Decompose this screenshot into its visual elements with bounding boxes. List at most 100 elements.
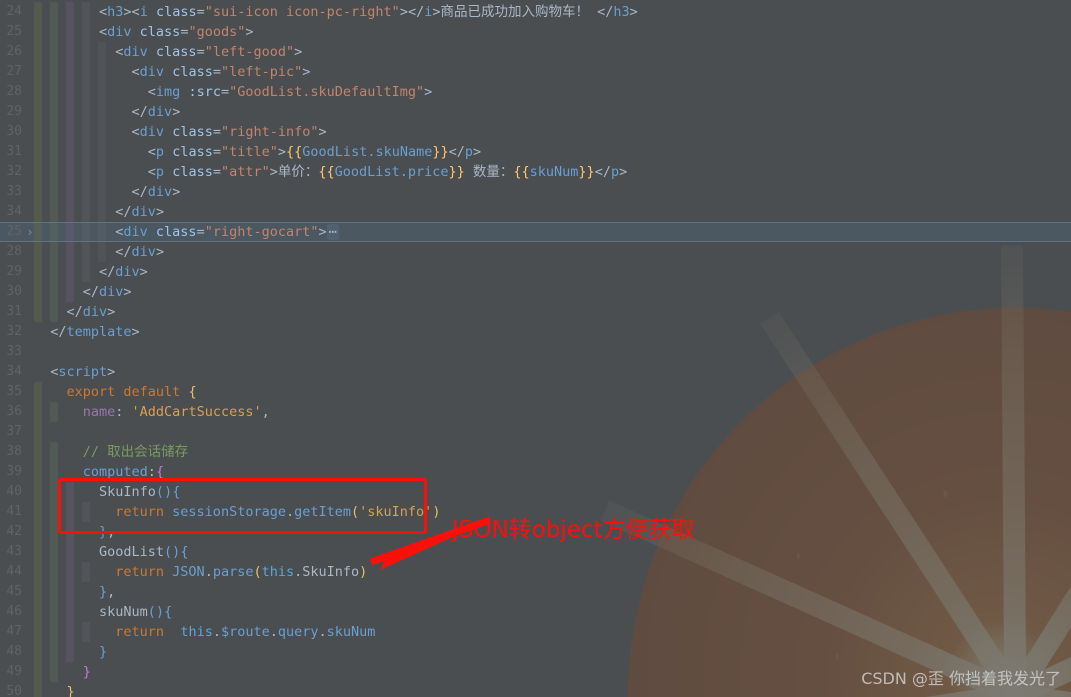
code-line[interactable]: 48 } <box>0 642 1071 662</box>
code-line-content[interactable]: SkuInfo(){ <box>34 482 1071 502</box>
code-token: "attr" <box>220 164 270 180</box>
code-line-content[interactable]: <h3><i class="sui-icon icon-pc-right"></… <box>34 2 1071 22</box>
code-line-content[interactable]: skuNum(){ <box>34 602 1071 622</box>
code-line[interactable]: 29 </div> <box>0 262 1071 282</box>
code-line-content[interactable]: return this.$route.query.skuNum <box>34 622 1071 642</box>
code-line-content[interactable]: <div class="left-pic"> <box>34 62 1071 82</box>
code-line[interactable]: 27 <div class="left-pic"> <box>0 62 1071 82</box>
code-line-content[interactable]: export default { <box>34 382 1071 402</box>
code-line-content[interactable]: </div> <box>34 282 1071 302</box>
code-line[interactable]: 28 <img :src="GoodList.skuDefaultImg"> <box>0 82 1071 102</box>
code-line[interactable]: 44 return JSON.parse(this.SkuInfo) <box>0 562 1071 582</box>
code-line-content[interactable]: // 取出会话储存 <box>34 442 1071 462</box>
code-line-content[interactable]: </div> <box>34 182 1071 202</box>
code-token: p <box>155 164 165 180</box>
code-line-content[interactable]: }, <box>34 582 1071 602</box>
code-line-content[interactable]: computed:{ <box>34 462 1071 482</box>
code-line[interactable]: 25 <div class="goods"> <box>0 22 1071 42</box>
code-token: class <box>164 144 213 160</box>
code-line-content[interactable]: name: 'AddCartSuccess', <box>34 402 1071 422</box>
code-line-content[interactable]: </template> <box>34 322 1071 342</box>
code-line-content[interactable]: </div> <box>34 302 1071 322</box>
code-token: skuNum <box>529 164 579 180</box>
code-line[interactable]: 30 <div class="right-info"> <box>0 122 1071 142</box>
code-token: . <box>269 624 278 640</box>
code-line[interactable]: 29 </div> <box>0 102 1071 122</box>
code-line-content[interactable]: </div> <box>34 202 1071 222</box>
code-token: }} <box>432 144 449 160</box>
code-token: > <box>107 364 116 380</box>
code-token: script <box>58 364 108 380</box>
code-token: :src <box>180 84 221 100</box>
code-token: > <box>123 284 132 300</box>
code-line-content[interactable]: </div> <box>34 102 1071 122</box>
code-line[interactable]: 47 return this.$route.query.skuNum <box>0 622 1071 642</box>
code-token: . <box>212 624 221 640</box>
code-token: } <box>34 584 108 600</box>
code-token: </ <box>448 144 465 160</box>
code-token: = <box>212 144 221 160</box>
code-line[interactable]: 30 </div> <box>0 282 1071 302</box>
code-token: < <box>34 24 108 40</box>
code-line-content[interactable]: <p class="attr">单价：{{GoodList.price}} 数量… <box>34 162 1071 182</box>
code-line[interactable]: 46 skuNum(){ <box>0 602 1071 622</box>
code-line-content[interactable]: <script> <box>34 362 1071 382</box>
code-line-content[interactable]: <div class="right-gocart"> ⋯ <box>34 222 1071 242</box>
code-line-content[interactable]: <div class="left-good"> <box>34 42 1071 62</box>
code-line-content[interactable] <box>34 422 1071 442</box>
code-line[interactable]: 33 <box>0 342 1071 362</box>
code-line-content[interactable]: GoodList(){ <box>34 542 1071 562</box>
line-number: 34 <box>6 204 22 219</box>
code-line[interactable]: 28 </div> <box>0 242 1071 262</box>
code-line-content[interactable]: <p class="title">{{GoodList.skuName}}</p… <box>34 142 1071 162</box>
code-token: { <box>172 484 181 500</box>
line-number: 35 <box>6 384 22 399</box>
code-token: "goods" <box>188 24 246 40</box>
code-token: 数量： <box>464 164 514 180</box>
code-token: }} <box>578 164 595 180</box>
code-line[interactable]: 34 </div> <box>0 202 1071 222</box>
code-line-content[interactable]: <div class="right-info"> <box>34 122 1071 142</box>
code-token: p <box>464 144 474 160</box>
code-line[interactable]: 36 name: 'AddCartSuccess', <box>0 402 1071 422</box>
code-line[interactable]: 32 </template> <box>0 322 1071 342</box>
code-line[interactable]: 33 </div> <box>0 182 1071 202</box>
code-token: > <box>107 304 116 320</box>
code-line-content[interactable] <box>34 342 1071 362</box>
code-token: div <box>123 224 148 240</box>
line-number: 25 <box>6 24 22 39</box>
code-token: } <box>34 644 108 660</box>
code-line-content[interactable]: <div class="goods"> <box>34 22 1071 42</box>
code-token: }} <box>448 164 465 180</box>
code-line[interactable]: 24 <h3><i class="sui-icon icon-pc-right"… <box>0 2 1071 22</box>
code-line-content[interactable]: return JSON.parse(this.SkuInfo) <box>34 562 1071 582</box>
code-line[interactable]: 38 // 取出会话储存 <box>0 442 1071 462</box>
code-line[interactable]: 35 export default { <box>0 382 1071 402</box>
code-line[interactable]: 34 <script> <box>0 362 1071 382</box>
code-token: div <box>115 264 140 280</box>
code-line[interactable]: 26 <div class="left-good"> <box>0 42 1071 62</box>
code-editor-surface[interactable]: 24 <h3><i class="sui-icon icon-pc-right"… <box>0 0 1071 697</box>
code-line[interactable]: 43 GoodList(){ <box>0 542 1071 562</box>
code-token: {{ <box>318 164 335 180</box>
code-line[interactable]: 45 }, <box>0 582 1071 602</box>
code-line-content[interactable]: <img :src="GoodList.skuDefaultImg"> <box>34 82 1071 102</box>
code-line-content[interactable]: } <box>34 642 1071 662</box>
code-token: > <box>619 164 628 180</box>
code-token: div <box>139 64 165 80</box>
code-token: // 取出会话储存 <box>34 444 189 460</box>
code-line[interactable]: 40 SkuInfo(){ <box>0 482 1071 502</box>
code-line[interactable]: 31 <p class="title">{{GoodList.skuName}}… <box>0 142 1071 162</box>
code-token: = <box>212 164 221 180</box>
code-line-content[interactable]: </div> <box>34 242 1071 262</box>
code-line[interactable]: 32 <p class="attr">单价：{{GoodList.price}}… <box>0 162 1071 182</box>
code-line[interactable]: 31 </div> <box>0 302 1071 322</box>
line-number: 42 <box>6 524 22 539</box>
code-token: 'skuInfo' <box>359 504 433 520</box>
code-line-content[interactable]: </div> <box>34 262 1071 282</box>
code-line[interactable]: 37 <box>0 422 1071 442</box>
code-token: "GoodList.skuDefaultImg" <box>229 84 425 100</box>
code-line[interactable]: 39 computed:{ <box>0 462 1071 482</box>
code-line[interactable]: 25 › <div class="right-gocart"> ⋯ <box>0 222 1071 242</box>
code-token: > <box>155 244 165 260</box>
